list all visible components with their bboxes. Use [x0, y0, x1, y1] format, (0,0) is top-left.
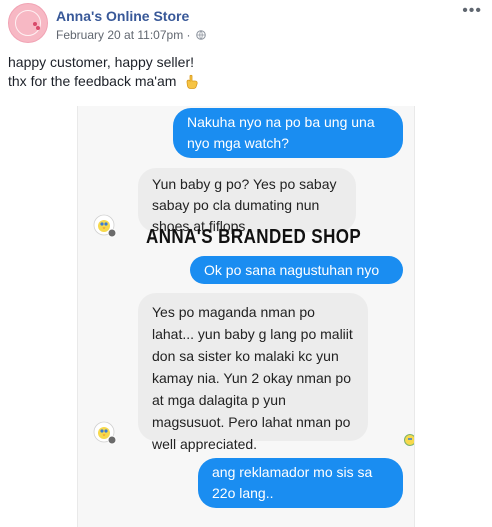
page-avatar[interactable]	[8, 3, 48, 43]
tweety-avatar-icon	[93, 214, 117, 238]
post-date[interactable]: February 20 at 11:07pm	[56, 28, 183, 42]
message-bubble-incoming: Yes po maganda nman po lahat... yun baby…	[138, 293, 368, 452]
globe-icon[interactable]	[196, 30, 206, 40]
pointing-hand-icon	[186, 74, 198, 89]
post-header: Anna's Online Store February 20 at 11:07…	[8, 3, 484, 43]
caption-line-2: thx for the feedback ma'am	[8, 73, 177, 89]
seen-indicator-icon	[404, 434, 414, 446]
post-photo[interactable]: Nakuha nyo na po ba ung una nyo mga watc…	[77, 106, 415, 527]
caption-line-2-row: thx for the feedback ma'am	[8, 72, 200, 91]
message-bubble-outgoing: Ok po sana nagustuhan nyo	[190, 256, 403, 284]
message-bubble-outgoing: Nakuha nyo na po ba ung una nyo mga watc…	[173, 108, 403, 158]
meta-separator: ·	[186, 28, 191, 42]
post-meta: February 20 at 11:07pm ·	[56, 28, 206, 42]
caption-line-1: happy customer, happy seller!	[8, 54, 194, 70]
message-bubble-outgoing: ang reklamador mo sis sa 22o lang..	[198, 458, 403, 508]
avatar-ring	[15, 10, 41, 36]
page-name-link[interactable]: Anna's Online Store	[56, 8, 189, 24]
avatar-dot	[36, 26, 40, 30]
post-caption: happy customer, happy seller! thx for th…	[8, 53, 200, 91]
tweety-avatar-icon	[93, 421, 117, 445]
watermark-text: ANNA'S BRANDED SHOP	[146, 226, 362, 248]
more-options-icon[interactable]: •••	[462, 3, 482, 19]
message-bubble-incoming: Yun baby g po? Yes po sabay sabay po cla…	[138, 168, 356, 234]
